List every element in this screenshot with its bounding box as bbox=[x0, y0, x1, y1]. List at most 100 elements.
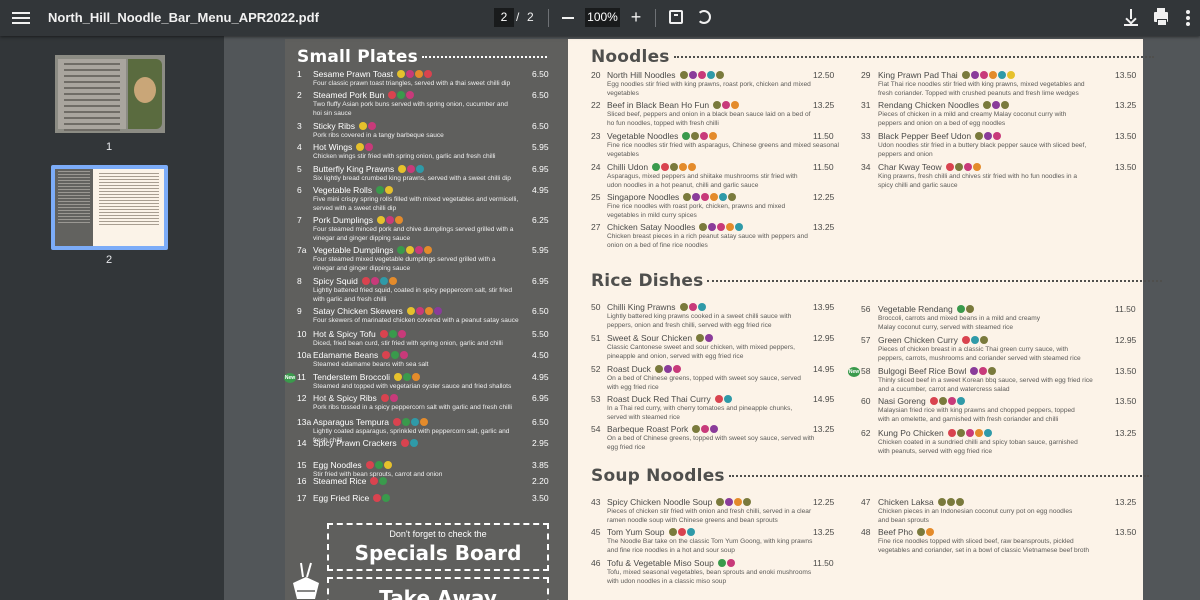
page-thumbnail-2[interactable] bbox=[51, 165, 168, 250]
item-description: Chicken coated in a sundried chilli and … bbox=[878, 439, 1078, 446]
item-description: Chicken breast pieces in a rich peanut s… bbox=[607, 233, 808, 240]
green-dietary-icon bbox=[376, 185, 385, 194]
pink-dietary-icon bbox=[947, 396, 956, 405]
olive-dietary-icon bbox=[743, 497, 752, 506]
section-title-text: Rice Dishes bbox=[591, 271, 704, 291]
menu-item: 60 Nasi Goreng 13.50 Malaysian fried rice w… bbox=[861, 396, 1145, 422]
thumbnail-sidebar: 1 2 bbox=[0, 36, 224, 600]
olive-dietary-icon bbox=[699, 222, 708, 231]
pdf-viewer[interactable]: Small Plates 1 Sesame Prawn Toast 6.50 Four… bbox=[224, 36, 1200, 600]
pink-dietary-icon bbox=[700, 131, 709, 140]
item-price: 13.25 bbox=[813, 222, 835, 232]
fit-to-page-icon[interactable] bbox=[669, 10, 683, 24]
pink-dietary-icon bbox=[701, 192, 710, 201]
item-name-text: Vegetable Dumplings bbox=[313, 245, 394, 255]
item-description: with peanuts, served with egg fried rice bbox=[878, 447, 992, 455]
red-dietary-icon bbox=[370, 476, 379, 485]
specials-board-banner: Don't forget to check the Specials Board bbox=[327, 523, 549, 571]
item-name: Steamed Rice bbox=[313, 476, 388, 487]
zoom-level-input[interactable]: 100% bbox=[585, 8, 620, 27]
purple-dietary-icon bbox=[710, 424, 719, 433]
orange-dietary-icon bbox=[424, 306, 433, 315]
section-title-small-plates: Small Plates bbox=[297, 47, 547, 67]
item-number: 13a bbox=[297, 417, 312, 427]
dietary-icons bbox=[394, 372, 421, 383]
menu-item: 4 Hot Wings 5.95 Chicken wings stir fried w… bbox=[297, 142, 562, 163]
item-description: The Noodle Bar take on the classic Tom Y… bbox=[607, 538, 813, 545]
olive-dietary-icon bbox=[713, 100, 722, 109]
thumbnail-page bbox=[55, 169, 164, 246]
item-number: 62 bbox=[861, 428, 871, 438]
item-price: 3.50 bbox=[532, 493, 549, 503]
item-name-text: Nasi Goreng bbox=[878, 396, 926, 406]
item-name: Vegetable Noodles bbox=[607, 131, 718, 142]
item-name: Hot & Spicy Ribs bbox=[313, 393, 399, 404]
item-name: Barbeque Roast Pork bbox=[607, 424, 719, 435]
item-price: 5.50 bbox=[532, 329, 549, 339]
item-name: Beef Pho bbox=[878, 527, 935, 538]
item-description: vinegar and ginger dipping sauce bbox=[313, 264, 411, 272]
item-number: 29 bbox=[861, 70, 871, 80]
item-name-text: Sesame Prawn Toast bbox=[313, 69, 394, 79]
item-price: 11.50 bbox=[813, 162, 834, 172]
dietary-icons bbox=[983, 100, 1010, 111]
item-price: 12.50 bbox=[813, 70, 835, 80]
item-name-text: Char Kway Teow bbox=[878, 162, 942, 172]
pink-dietary-icon bbox=[701, 424, 710, 433]
rotate-icon[interactable] bbox=[697, 10, 711, 24]
item-name: Satay Chicken Skewers bbox=[313, 306, 443, 317]
menu-item: 25 Singapore Noodles 12.25 Fine rice noodle… bbox=[591, 192, 843, 218]
item-name-text: Green Chicken Curry bbox=[878, 335, 958, 345]
menu-item: 56 Vegetable Rendang 11.50 Broccoli, carrot… bbox=[861, 304, 1145, 330]
menu-item: 54 Barbeque Roast Pork 13.25 On a bed of Ch… bbox=[591, 424, 843, 450]
menu-item: 3 Sticky Ribs 6.50 Pork ribs covered in a t… bbox=[297, 121, 562, 142]
print-icon[interactable] bbox=[1154, 8, 1168, 26]
green-dietary-icon bbox=[397, 90, 406, 99]
menu-item: 52 Roast Duck 14.95 On a bed of Chinese gre… bbox=[591, 364, 843, 390]
item-price: 14.95 bbox=[813, 364, 835, 374]
item-name-text: Vegetable Noodles bbox=[607, 131, 679, 141]
item-description: In a Thai red curry, with cherry tomatoe… bbox=[607, 405, 793, 412]
dietary-icons bbox=[714, 394, 733, 405]
item-number: 51 bbox=[591, 333, 601, 343]
item-name-text: Beef in Black Bean Ho Fun bbox=[607, 100, 710, 110]
item-description: with an omelette, and garnished with fre… bbox=[878, 415, 1059, 423]
item-price: 5.95 bbox=[532, 245, 549, 255]
item-name-text: Spicy Chicken Noodle Soup bbox=[607, 497, 713, 507]
olive-dietary-icon bbox=[670, 162, 679, 171]
menu-item: 8 Spicy Squid 6.95 Lightly battered fried s… bbox=[297, 276, 562, 302]
orange-dietary-icon bbox=[424, 245, 433, 254]
item-name-text: King Prawn Pad Thai bbox=[878, 70, 958, 80]
specials-line1: Don't forget to check the bbox=[389, 529, 487, 539]
item-name-text: Beef Pho bbox=[878, 527, 913, 537]
section-title-noodles: Noodles bbox=[591, 47, 1154, 67]
item-price: 13.95 bbox=[813, 302, 835, 312]
dietary-icons bbox=[692, 424, 719, 435]
thumbnail-light-column bbox=[96, 171, 162, 227]
item-number: 50 bbox=[591, 302, 601, 312]
menu-item: 10 Hot & Spicy Tofu 5.50 Diced, fried bean … bbox=[297, 329, 562, 350]
item-price: 6.50 bbox=[532, 90, 549, 100]
zoom-out-icon[interactable] bbox=[561, 9, 575, 27]
item-description: served with a sweet chilli dip bbox=[313, 204, 397, 212]
item-name-text: Roast Duck bbox=[607, 364, 651, 374]
item-description: vegetables and coriander, set in a bowl … bbox=[878, 546, 1090, 554]
menu-icon[interactable] bbox=[12, 9, 30, 27]
item-description: King prawns, fresh chilli and chives sti… bbox=[878, 173, 1078, 180]
item-number: 10a bbox=[297, 350, 312, 360]
page-number-input[interactable]: 2 bbox=[494, 8, 514, 27]
more-options-icon[interactable] bbox=[1186, 10, 1190, 26]
takeaway-box-icon bbox=[293, 562, 319, 599]
pink-dietary-icon bbox=[963, 162, 972, 171]
page-thumbnail-1[interactable] bbox=[55, 55, 165, 133]
item-name-text: Kung Po Chicken bbox=[878, 428, 944, 438]
menu-item: 48 Beef Pho 13.50 Fine rice noodles topped … bbox=[861, 527, 1145, 553]
item-name-text: Pork Dumplings bbox=[313, 215, 373, 225]
item-description: Four classic prawn toast triangles, serv… bbox=[313, 80, 511, 87]
item-price: 13.25 bbox=[813, 100, 835, 110]
item-name-text: Edamame Beans bbox=[313, 350, 379, 360]
zoom-in-icon[interactable]: + bbox=[629, 8, 643, 27]
item-description: vegetables bbox=[607, 89, 639, 97]
red-dietary-icon bbox=[714, 394, 723, 403]
item-description: egg fried rice bbox=[607, 443, 646, 451]
